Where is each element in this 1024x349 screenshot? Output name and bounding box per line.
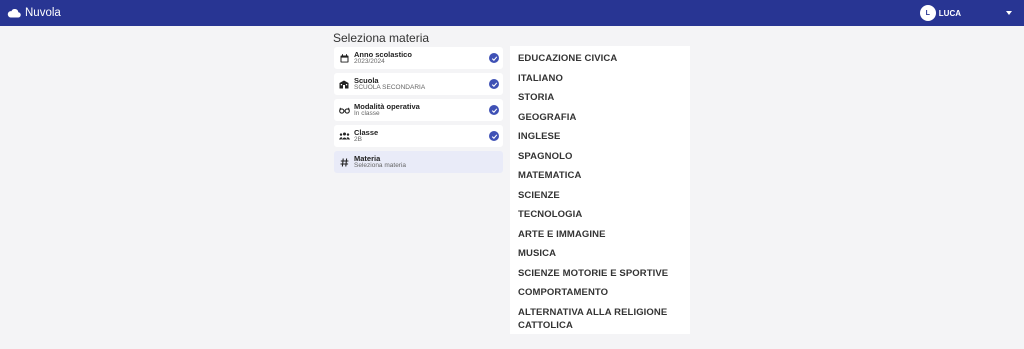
check-icon xyxy=(489,105,499,115)
step-label: Classe xyxy=(354,127,379,137)
avatar: L xyxy=(919,5,936,21)
step-value: SCUOLA SECONDARIA xyxy=(354,84,426,91)
brand[interactable]: Nuvola xyxy=(7,7,61,19)
step-scuola[interactable]: Scuola SCUOLA SECONDARIA xyxy=(334,73,503,95)
page-title: Seleziona materia xyxy=(333,31,430,45)
subject-item[interactable]: MATEMATICA xyxy=(518,169,690,189)
subject-item[interactable]: ARTE E IMMAGINE xyxy=(518,228,690,248)
subject-item[interactable]: STORIA xyxy=(518,91,690,111)
group-icon xyxy=(338,130,350,142)
user-name: LUCA xyxy=(938,8,961,18)
step-value: Seleziona materia xyxy=(354,162,407,169)
glasses-icon xyxy=(338,104,350,116)
subject-item[interactable]: ALTERNATIVA ALLA RELIGIONE CATTOLICA xyxy=(518,306,668,332)
check-icon xyxy=(489,79,499,89)
step-classe[interactable]: Classe 2B xyxy=(334,125,503,147)
subject-item[interactable]: SPAGNOLO xyxy=(518,150,690,170)
step-list: Anno scolastico 2023/2024 Scuola SCUOLA … xyxy=(334,47,503,177)
step-value: 2B xyxy=(354,136,362,143)
subject-item[interactable]: INGLESE xyxy=(518,130,690,150)
brand-name: Nuvola xyxy=(25,7,61,19)
cloud-icon xyxy=(7,8,21,18)
subject-list: EDUCAZIONE CIVICA ITALIANO STORIA GEOGRA… xyxy=(510,46,690,334)
subject-item[interactable]: ITALIANO xyxy=(518,72,690,92)
step-label: Modalità operativa xyxy=(354,101,420,111)
step-value: In classe xyxy=(354,110,380,117)
subject-item[interactable]: TECNOLOGIA xyxy=(518,208,690,228)
step-materia[interactable]: Materia Seleziona materia xyxy=(334,151,503,173)
step-label: Anno scolastico xyxy=(354,49,412,59)
top-bar: Nuvola L LUCA xyxy=(0,0,1024,26)
calendar-icon xyxy=(338,52,350,64)
school-icon xyxy=(338,78,350,90)
hash-icon xyxy=(338,156,350,168)
subject-item[interactable]: EDUCAZIONE CIVICA xyxy=(518,52,690,72)
subject-item[interactable]: GEOGRAFIA xyxy=(518,111,690,131)
step-label: Scuola xyxy=(354,75,379,85)
subject-item[interactable]: SCIENZE xyxy=(518,189,690,209)
chevron-down-icon[interactable] xyxy=(1006,11,1012,15)
check-icon xyxy=(489,131,499,141)
subject-item[interactable]: SCIENZE MOTORIE E SPORTIVE xyxy=(518,267,690,287)
step-value: 2023/2024 xyxy=(354,58,385,65)
step-label: Materia xyxy=(354,153,381,163)
step-modalita-operativa[interactable]: Modalità operativa In classe xyxy=(334,99,503,121)
step-anno-scolastico[interactable]: Anno scolastico 2023/2024 xyxy=(334,47,503,69)
check-icon xyxy=(489,53,499,63)
user-menu[interactable]: L LUCA xyxy=(919,5,1012,21)
subject-item[interactable]: MUSICA xyxy=(518,247,690,267)
subject-item[interactable]: COMPORTAMENTO xyxy=(518,286,690,306)
